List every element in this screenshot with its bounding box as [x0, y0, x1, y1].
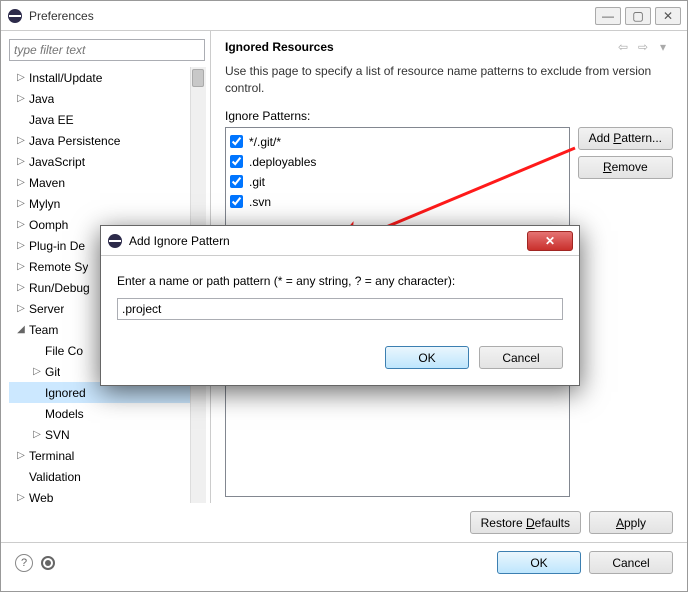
- nav-back-icon[interactable]: ⇦: [613, 39, 633, 55]
- tree-item-label: Web: [29, 491, 53, 504]
- tree-expander-icon[interactable]: ▷: [15, 198, 27, 210]
- nav-forward-icon[interactable]: ⇨: [633, 39, 653, 55]
- minimize-button[interactable]: —: [595, 7, 621, 25]
- modal-cancel-button[interactable]: Cancel: [479, 346, 563, 369]
- modal-titlebar[interactable]: Add Ignore Pattern ✕: [101, 226, 579, 256]
- pattern-text: .svn: [249, 195, 271, 209]
- tree-item-label: JavaScript: [29, 155, 85, 169]
- tree-expander-icon[interactable]: ▷: [15, 219, 27, 231]
- main-titlebar[interactable]: Preferences — ▢ ✕: [1, 1, 687, 31]
- ok-button[interactable]: OK: [497, 551, 581, 574]
- tree-item-label: Run/Debug: [29, 281, 90, 295]
- pattern-row[interactable]: .svn: [230, 192, 565, 212]
- tree-expander-icon[interactable]: ▷: [15, 156, 27, 168]
- add-pattern-button[interactable]: Add Pattern...: [578, 127, 673, 150]
- tree-item-label: Java: [29, 92, 54, 106]
- tree-item-mylyn[interactable]: ▷Mylyn: [9, 193, 206, 214]
- pattern-row[interactable]: */.git/*: [230, 132, 565, 152]
- content-header: Ignored Resources ⇦ ⇨ ▾: [225, 39, 673, 55]
- tree-item-label: SVN: [45, 428, 70, 442]
- modal-title: Add Ignore Pattern: [129, 234, 527, 248]
- tree-expander-icon[interactable]: ▷: [15, 240, 27, 252]
- pattern-row[interactable]: .git: [230, 172, 565, 192]
- tree-expander-icon[interactable]: ▷: [31, 429, 43, 441]
- tree-item-terminal[interactable]: ▷Terminal: [9, 445, 206, 466]
- tree-item-label: Install/Update: [29, 71, 102, 85]
- tree-item-maven[interactable]: ▷Maven: [9, 172, 206, 193]
- tree-expander-icon[interactable]: ▷: [15, 492, 27, 504]
- nav-menu-icon[interactable]: ▾: [653, 39, 673, 55]
- tree-item-label: Remote Sy: [29, 260, 88, 274]
- list-buttons: Add Pattern... Remove: [578, 127, 673, 503]
- tree-item-java[interactable]: ▷Java: [9, 88, 206, 109]
- tree-item-label: Java EE: [29, 113, 74, 127]
- tree-item-label: Team: [29, 323, 58, 337]
- tree-item-java-ee[interactable]: ▷Java EE: [9, 109, 206, 130]
- tree-item-label: Models: [45, 407, 84, 421]
- eclipse-icon: [7, 8, 23, 24]
- tree-item-label: Maven: [29, 176, 65, 190]
- tree-expander-icon[interactable]: ▷: [15, 93, 27, 105]
- modal-close-button[interactable]: ✕: [527, 231, 573, 251]
- filter-input[interactable]: [9, 39, 205, 61]
- tree-item-label: Validation: [29, 470, 81, 484]
- pattern-checkbox[interactable]: [230, 135, 243, 148]
- modal-ok-button[interactable]: OK: [385, 346, 469, 369]
- apply-button[interactable]: Apply: [589, 511, 673, 534]
- pattern-checkbox[interactable]: [230, 175, 243, 188]
- remove-button[interactable]: Remove: [578, 156, 673, 179]
- tree-expander-icon[interactable]: ▷: [15, 282, 27, 294]
- pattern-checkbox[interactable]: [230, 155, 243, 168]
- pattern-text: .deployables: [249, 155, 316, 169]
- tree-item-label: Terminal: [29, 449, 74, 463]
- settings-scope-icon[interactable]: [41, 556, 55, 570]
- pattern-text: .git: [249, 175, 265, 189]
- tree-item-label: File Co: [45, 344, 83, 358]
- tree-item-web[interactable]: ▷Web: [9, 487, 206, 503]
- tree-item-label: Java Persistence: [29, 134, 120, 148]
- dialog-buttons-row: ? OK Cancel: [1, 542, 687, 582]
- tree-scrollbar-thumb[interactable]: [192, 69, 204, 87]
- tree-expander-icon[interactable]: ▷: [15, 177, 27, 189]
- main-title: Preferences: [29, 9, 595, 23]
- tree-item-java-persistence[interactable]: ▷Java Persistence: [9, 130, 206, 151]
- close-button[interactable]: ✕: [655, 7, 681, 25]
- tree-item-label: Oomph: [29, 218, 68, 232]
- modal-footer: OK Cancel: [101, 332, 579, 385]
- page-description: Use this page to specify a list of resou…: [225, 63, 673, 97]
- tree-item-validation[interactable]: ▷Validation: [9, 466, 206, 487]
- tree-expander-icon[interactable]: ▷: [15, 135, 27, 147]
- pattern-text: */.git/*: [249, 135, 281, 149]
- tree-item-label: Server: [29, 302, 64, 316]
- maximize-button[interactable]: ▢: [625, 7, 651, 25]
- tree-expander-icon[interactable]: ▷: [15, 303, 27, 315]
- tree-item-install-update[interactable]: ▷Install/Update: [9, 67, 206, 88]
- help-icon[interactable]: ?: [15, 554, 33, 572]
- tree-expander-icon[interactable]: ▷: [31, 366, 43, 378]
- tree-item-label: Plug-in De: [29, 239, 85, 253]
- tree-expander-icon[interactable]: ▷: [15, 450, 27, 462]
- tree-item-svn[interactable]: ▷SVN: [9, 424, 206, 445]
- tree-expander-icon[interactable]: ▷: [15, 72, 27, 84]
- tree-item-javascript[interactable]: ▷JavaScript: [9, 151, 206, 172]
- tree-item-models[interactable]: ▷Models: [9, 403, 206, 424]
- cancel-button[interactable]: Cancel: [589, 551, 673, 574]
- page-buttons-row: Restore Defaults Apply: [1, 503, 687, 542]
- tree-expander-icon[interactable]: ▷: [15, 261, 27, 273]
- tree-item-label: Mylyn: [29, 197, 60, 211]
- page-title: Ignored Resources: [225, 40, 613, 54]
- restore-defaults-button[interactable]: Restore Defaults: [470, 511, 581, 534]
- add-pattern-dialog: Add Ignore Pattern ✕ Enter a name or pat…: [100, 225, 580, 386]
- modal-prompt: Enter a name or path pattern (* = any st…: [117, 274, 563, 288]
- pattern-input[interactable]: [117, 298, 563, 320]
- list-label: Ignore Patterns:: [225, 109, 673, 123]
- tree-expander-icon[interactable]: ◢: [15, 324, 27, 336]
- pattern-row[interactable]: .deployables: [230, 152, 565, 172]
- pattern-checkbox[interactable]: [230, 195, 243, 208]
- modal-body: Enter a name or path pattern (* = any st…: [101, 256, 579, 332]
- tree-item-label: Git: [45, 365, 60, 379]
- tree-item-label: Ignored: [45, 386, 86, 400]
- window-buttons: — ▢ ✕: [595, 7, 681, 25]
- eclipse-icon: [107, 233, 123, 249]
